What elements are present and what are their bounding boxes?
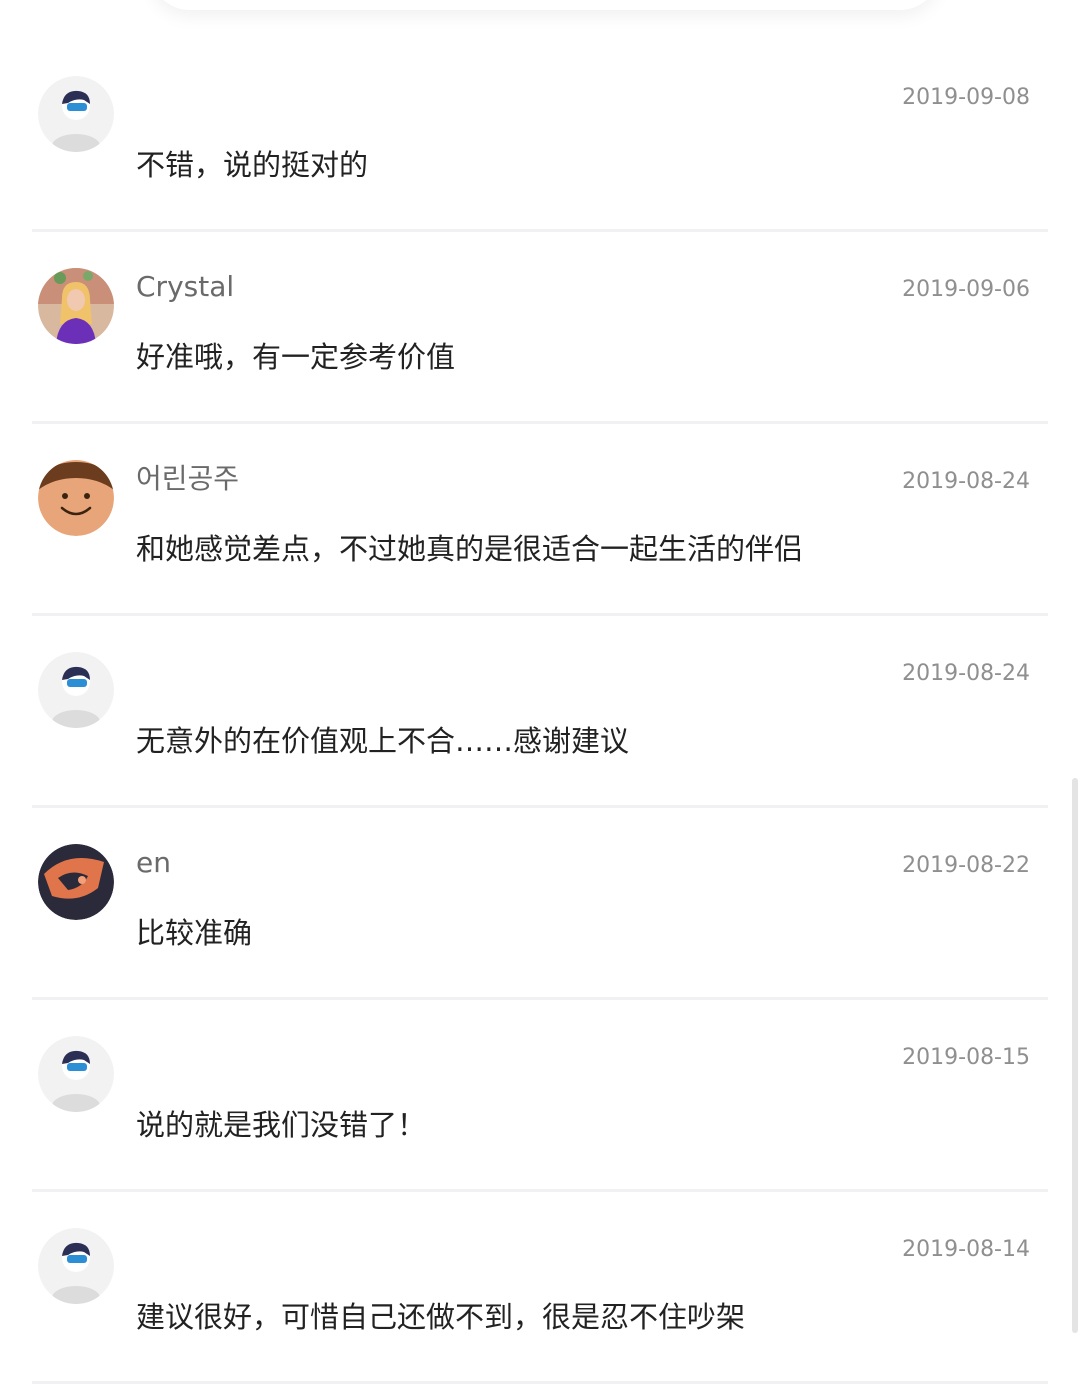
comment-item: 2019-08-24 无意外的在价值观上不合……感谢建议 — [0, 616, 1080, 808]
comment-text: 和她感觉差点，不过她真的是很适合一起生活的伴侣 — [136, 532, 804, 566]
default-avatar-icon[interactable] — [38, 76, 114, 152]
comment-item: 2019-08-14 建议很好，可惜自己还做不到，很是忍不住吵架 — [0, 1192, 1080, 1384]
comment-username[interactable]: 어린공주 — [136, 463, 239, 495]
comment-item: 어린공주 2019-08-24 和她感觉差点，不过她真的是很适合一起生活的伴侣 — [0, 424, 1080, 616]
comment-list: 2019-09-08 不错，说的挺对的 Crystal 2019-09-06 好… — [0, 40, 1080, 1384]
smiley-face-avatar[interactable] — [38, 460, 114, 536]
scrollbar[interactable] — [1072, 778, 1078, 1333]
header-shadow — [150, 0, 940, 10]
comment-date: 2019-08-24 — [902, 661, 1030, 686]
comment-text: 不错，说的挺对的 — [136, 148, 369, 182]
default-avatar-icon[interactable] — [38, 652, 114, 728]
comment-item: 2019-09-08 不错，说的挺对的 — [0, 40, 1080, 232]
comment-date: 2019-08-15 — [902, 1045, 1030, 1070]
comment-date: 2019-08-24 — [902, 469, 1030, 494]
comment-date: 2019-08-14 — [902, 1237, 1030, 1262]
photo-avatar-woman[interactable] — [38, 268, 114, 344]
comment-username[interactable]: en — [136, 847, 171, 879]
comment-date: 2019-09-08 — [902, 85, 1030, 110]
comment-text: 说的就是我们没错了！ — [136, 1108, 427, 1142]
comment-text: 建议很好，可惜自己还做不到，很是忍不住吵架 — [136, 1300, 746, 1334]
comment-item: en 2019-08-22 比较准确 — [0, 808, 1080, 1000]
comment-text: 无意外的在价值观上不合……感谢建议 — [136, 724, 630, 758]
comment-item: 2019-08-15 说的就是我们没错了！ — [0, 1000, 1080, 1192]
default-avatar-icon[interactable] — [38, 1228, 114, 1304]
comment-date: 2019-09-06 — [902, 277, 1030, 302]
comment-text: 好准哦，有一定参考价值 — [136, 340, 456, 374]
comment-date: 2019-08-22 — [902, 853, 1030, 878]
art-avatar[interactable] — [38, 844, 114, 920]
comment-text: 比较准确 — [136, 916, 253, 950]
comment-username[interactable]: Crystal — [136, 271, 234, 303]
comment-item: Crystal 2019-09-06 好准哦，有一定参考价值 — [0, 232, 1080, 424]
default-avatar-icon[interactable] — [38, 1036, 114, 1112]
